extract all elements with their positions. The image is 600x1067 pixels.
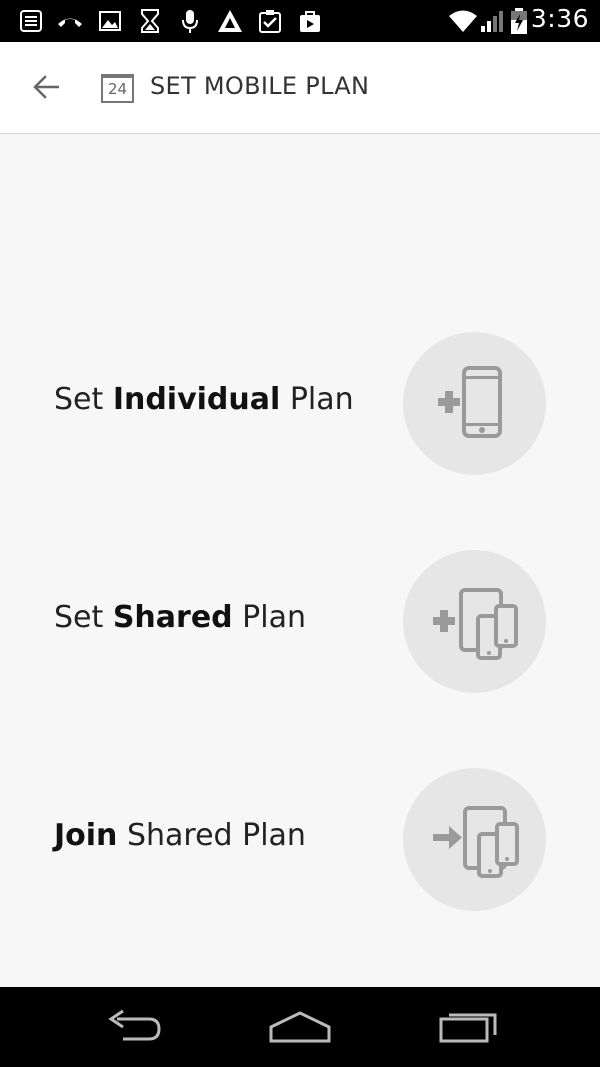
back-nav-icon <box>108 1009 161 1041</box>
arrow-left-icon <box>33 75 59 99</box>
battery-charging-icon <box>508 7 530 35</box>
wifi-icon <box>448 7 478 35</box>
add-multiple-devices-icon <box>433 588 518 660</box>
add-phone-icon <box>438 366 502 438</box>
set-individual-plan-option[interactable]: Set Individual Plan <box>0 322 600 482</box>
home-nav-icon <box>269 1011 331 1043</box>
home-nav-button[interactable] <box>265 1005 335 1045</box>
app-bar: 24 SET MOBILE PLAN <box>0 42 600 134</box>
navigation-bar <box>0 987 600 1067</box>
hourglass-icon <box>136 7 164 35</box>
calendar-icon: 24 <box>101 74 134 103</box>
back-button[interactable] <box>26 66 68 108</box>
notification-list-icon <box>17 7 45 35</box>
status-time: 3:36 <box>530 4 589 33</box>
recent-apps-button[interactable] <box>433 1005 503 1045</box>
set-shared-plan-option[interactable]: Set Shared Plan <box>0 540 600 700</box>
set-shared-plan-button[interactable] <box>403 550 546 693</box>
clipboard-check-icon <box>256 7 284 35</box>
status-bar: 3:36 <box>0 0 600 42</box>
option-label: Join Shared Plan <box>54 818 306 853</box>
join-shared-plan-button[interactable] <box>403 768 546 911</box>
image-icon <box>96 7 124 35</box>
signal-icon <box>478 7 506 35</box>
microphone-icon <box>176 7 204 35</box>
join-devices-icon <box>433 806 519 878</box>
missed-call-icon <box>56 7 84 35</box>
page-title: SET MOBILE PLAN <box>150 72 370 100</box>
set-individual-plan-button[interactable] <box>403 332 546 475</box>
option-label: Set Shared Plan <box>54 600 306 635</box>
triangle-app-icon <box>216 7 244 35</box>
option-label: Set Individual Plan <box>54 382 354 417</box>
shopping-bag-icon <box>296 7 324 35</box>
back-nav-button[interactable] <box>99 1005 169 1045</box>
recent-apps-icon <box>439 1013 497 1043</box>
join-shared-plan-option[interactable]: Join Shared Plan <box>0 758 600 918</box>
